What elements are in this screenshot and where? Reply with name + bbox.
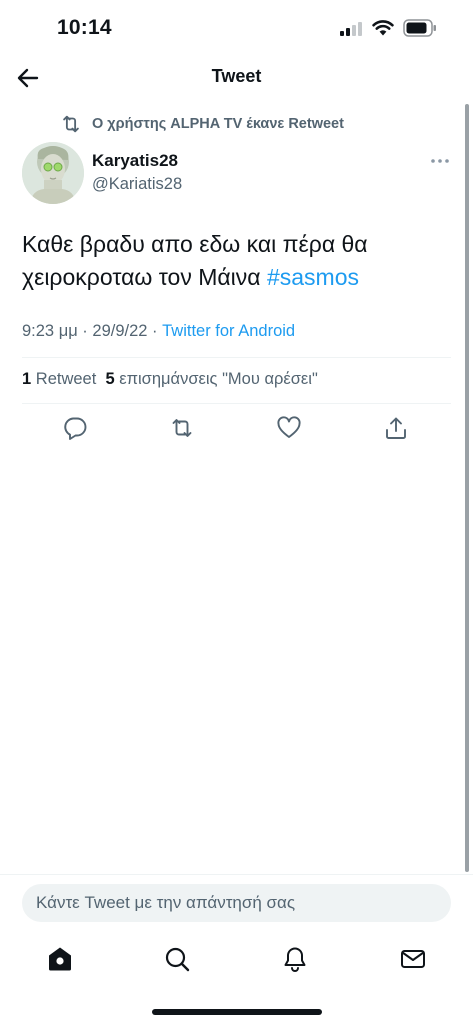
home-icon[interactable] <box>46 945 74 973</box>
top-header: Tweet <box>0 56 473 100</box>
search-icon[interactable] <box>163 945 191 973</box>
reply-icon[interactable] <box>62 415 88 441</box>
bottom-nav <box>0 935 473 985</box>
retweet-context[interactable]: Ο χρήστης ALPHA TV έκανε Retweet <box>60 112 344 136</box>
tweet-time: 9:23 μμ <box>22 322 78 340</box>
wifi-icon <box>372 20 394 36</box>
likes-label[interactable]: επισημάνσεις "Μου αρέσει" <box>119 370 318 388</box>
tweet-source-link[interactable]: Twitter for Android <box>162 322 295 340</box>
divider <box>22 357 451 358</box>
scrollbar[interactable] <box>465 104 469 872</box>
bell-icon[interactable] <box>281 945 309 973</box>
heart-icon[interactable] <box>276 415 302 441</box>
tweet-meta: 9:23 μμ · 29/9/22 · Twitter for Android <box>22 322 295 341</box>
cellular-signal-icon <box>340 22 362 36</box>
battery-icon <box>403 19 436 37</box>
envelope-icon[interactable] <box>399 945 427 973</box>
meta-separator: · <box>147 322 163 340</box>
tweet-stats: 1 Retweet 5 επισημάνσεις "Μου αρέσει" <box>22 370 318 389</box>
retweet-icon <box>63 115 79 133</box>
more-horizontal-icon[interactable] <box>430 156 450 166</box>
status-time: 10:14 <box>57 16 112 39</box>
tweet-actions <box>0 412 473 446</box>
home-indicator[interactable] <box>152 1009 322 1015</box>
avatar-image <box>22 142 84 204</box>
author-name[interactable]: Karyatis28 <box>92 151 178 171</box>
retweet-context-label: Ο χρήστης ALPHA TV έκανε Retweet <box>92 116 344 132</box>
share-icon[interactable] <box>383 415 409 441</box>
likes-count[interactable]: 5 <box>105 370 114 388</box>
retweet-icon[interactable] <box>169 415 195 441</box>
status-bar: 10:14 <box>0 0 473 56</box>
tweet-text: Καθε βραδυ απο εδω και πέρα θα χειροκροτ… <box>22 228 452 294</box>
hashtag-link[interactable]: #sasmos <box>267 264 359 290</box>
tweet-date[interactable]: 29/9/22 <box>92 322 147 340</box>
retweets-count[interactable]: 1 <box>22 370 31 388</box>
retweets-label[interactable]: Retweet <box>36 370 97 388</box>
author-handle[interactable]: @Kariatis28 <box>92 175 182 194</box>
avatar[interactable] <box>22 142 84 204</box>
page-title: Tweet <box>211 66 262 86</box>
meta-separator: · <box>77 322 93 340</box>
reply-input[interactable] <box>22 884 451 922</box>
divider <box>22 403 451 404</box>
composer-divider <box>0 874 473 875</box>
